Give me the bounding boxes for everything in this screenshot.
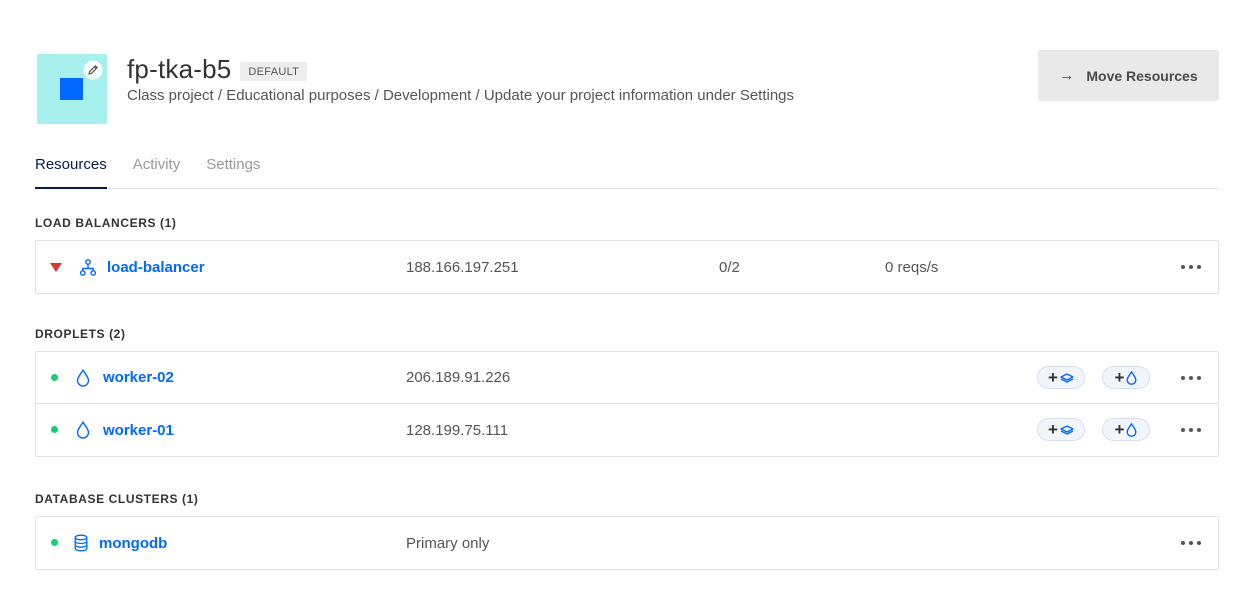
droplet-name-link[interactable]: worker-02 — [103, 352, 174, 403]
pencil-icon[interactable] — [83, 60, 103, 80]
move-resources-button[interactable]: → Move Resources — [1038, 50, 1219, 101]
droplet-icon — [1126, 370, 1137, 385]
database-icon — [74, 534, 88, 552]
load-balancer-requests: 0 reqs/s — [885, 258, 939, 276]
project-square-icon — [60, 78, 83, 100]
status-down-icon — [50, 263, 62, 272]
status-active-dot — [51, 426, 58, 433]
status-active-dot — [51, 374, 58, 381]
droplet-icon — [76, 368, 90, 387]
table-row: load-balancer 188.166.197.251 0/2 0 reqs… — [36, 241, 1218, 293]
more-options-icon[interactable] — [1181, 370, 1201, 386]
tab-settings[interactable]: Settings — [206, 154, 260, 189]
droplet-icon — [1126, 422, 1137, 437]
load-balancer-icon-cell — [80, 241, 96, 293]
project-title: fp-tka-b5 — [127, 54, 232, 84]
load-balancers-heading: LOAD BALANCERS (1) — [35, 216, 177, 230]
droplet-icon-cell — [76, 404, 90, 456]
volume-icon — [1060, 424, 1074, 435]
add-droplet-button[interactable]: + — [1102, 366, 1150, 389]
add-droplet-button[interactable]: + — [1102, 418, 1150, 441]
more-options-icon[interactable] — [1181, 535, 1201, 551]
plus-label: + — [1114, 367, 1125, 387]
add-volume-button[interactable]: + — [1037, 418, 1085, 441]
tab-resources[interactable]: Resources — [35, 154, 107, 189]
project-tabs: Resources Activity Settings — [35, 154, 1219, 189]
plus-label: + — [1114, 419, 1125, 439]
droplet-ip: 206.189.91.226 — [406, 369, 511, 386]
droplet-name-link[interactable]: worker-01 — [103, 404, 174, 456]
project-description: Class project / Educational purposes / D… — [127, 87, 795, 104]
database-clusters-heading: DATABASE CLUSTERS (1) — [35, 492, 199, 506]
more-options-icon[interactable] — [1181, 259, 1201, 275]
more-options-icon[interactable] — [1181, 422, 1201, 438]
load-balancer-name-link[interactable]: load-balancer — [107, 241, 205, 293]
database-config: Primary only — [406, 534, 490, 552]
database-icon-cell — [74, 517, 88, 569]
tab-activity[interactable]: Activity — [133, 154, 181, 189]
droplets-heading: DROPLETS (2) — [35, 327, 126, 341]
status-active-dot — [51, 539, 58, 546]
table-row: mongodb Primary only — [36, 517, 1218, 569]
database-name-link[interactable]: mongodb — [99, 517, 167, 569]
droplet-icon — [76, 421, 90, 439]
project-icon[interactable] — [37, 54, 107, 124]
load-balancers-panel: load-balancer 188.166.197.251 0/2 0 reqs… — [35, 240, 1219, 294]
database-clusters-panel: mongodb Primary only — [35, 516, 1219, 570]
plus-label: + — [1048, 419, 1058, 439]
add-volume-button[interactable]: + — [1037, 366, 1085, 389]
move-resources-label: Move Resources — [1086, 67, 1198, 84]
project-title-row: fp-tka-b5 DEFAULT — [127, 54, 308, 85]
plus-label: + — [1048, 367, 1058, 387]
table-row: worker-01 128.199.75.111 + + — [36, 404, 1218, 456]
droplet-icon-cell — [76, 352, 90, 403]
arrow-right-icon: → — [1059, 67, 1075, 84]
droplets-panel: worker-02 206.189.91.226 + + worker-01 1… — [35, 351, 1219, 457]
load-balancer-droplet-count: 0/2 — [719, 258, 740, 276]
load-balancer-icon — [80, 258, 96, 276]
default-badge: DEFAULT — [240, 62, 308, 81]
droplet-ip: 128.199.75.111 — [406, 421, 509, 439]
table-row: worker-02 206.189.91.226 + + — [36, 352, 1218, 404]
volume-icon — [1060, 372, 1074, 383]
load-balancer-ip: 188.166.197.251 — [406, 258, 519, 276]
